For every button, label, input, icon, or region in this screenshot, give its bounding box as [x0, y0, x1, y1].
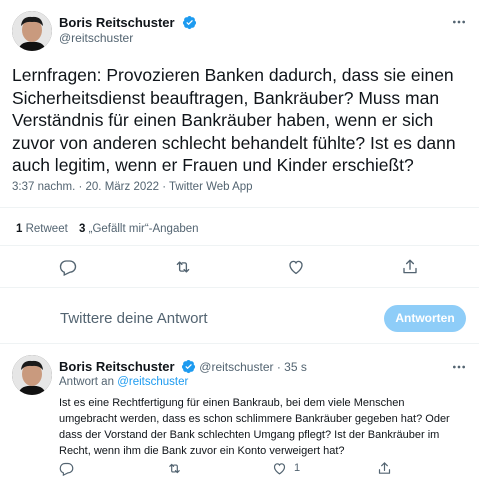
retweet-label: Retweet [25, 223, 68, 235]
more-icon [453, 20, 465, 24]
like-icon [289, 260, 303, 275]
retweet-icon [176, 261, 190, 273]
reply-to-prefix: Antwort an [59, 376, 114, 388]
reply-submit-button[interactable]: Antworten [384, 305, 466, 332]
retweet-stat[interactable]: 1 Retweet [16, 223, 68, 235]
reply-header: Boris Reitschuster @reitschuster · 35 s [59, 359, 307, 374]
reply-to-handle[interactable]: @reitschuster [117, 376, 188, 388]
reply-more-button[interactable] [451, 359, 467, 380]
share-icon [403, 259, 417, 274]
reply-time[interactable]: · 35 s [277, 360, 307, 374]
divider [0, 245, 479, 246]
like-icon [273, 463, 286, 475]
avatar-image [12, 11, 52, 51]
reply-button[interactable] [59, 258, 77, 276]
author-handle[interactable]: @reitschuster [59, 31, 133, 45]
author-name[interactable]: Boris Reitschuster [59, 15, 175, 30]
retweet-button[interactable] [174, 258, 192, 276]
reply-icon [59, 260, 77, 276]
reply-reply-button[interactable] [59, 461, 74, 476]
reply-author-avatar[interactable] [12, 355, 52, 395]
reply-author-handle[interactable]: @reitschuster [199, 360, 273, 374]
reply-author-name[interactable]: Boris Reitschuster [59, 359, 175, 374]
more-icon [453, 365, 465, 369]
reply-icon [59, 462, 74, 476]
author-avatar[interactable] [12, 11, 52, 51]
reply-retweet-button[interactable] [167, 461, 182, 476]
reply-share-button[interactable] [377, 461, 392, 476]
verified-badge-icon [182, 15, 197, 30]
share-icon [378, 462, 391, 474]
divider [0, 287, 479, 288]
tweet-timestamp[interactable]: 3:37 nachm. · 20. März 2022 · Twitter We… [12, 181, 253, 193]
avatar-image [12, 355, 52, 395]
retweet-icon [169, 463, 180, 474]
verified-badge-icon [181, 359, 195, 374]
retweet-count: 1 [16, 223, 23, 235]
reply-like-button[interactable] [272, 461, 287, 476]
reply-compose-input[interactable]: Twittere deine Antwort [60, 310, 208, 327]
reply-to-line: Antwort an @reitschuster [59, 376, 188, 388]
reply-text: Ist es eine Rechtfertigung für einen Ban… [59, 397, 450, 457]
share-button[interactable] [401, 258, 419, 276]
like-button[interactable] [287, 258, 305, 276]
like-label: „Gefällt mir“-Angaben [88, 223, 199, 235]
like-stat[interactable]: 3 „Gefällt mir“-Angaben [79, 223, 199, 235]
divider [0, 343, 479, 344]
tweet-text: Lernfragen: Provozieren Banken dadurch, … [12, 65, 456, 175]
more-button[interactable] [451, 14, 467, 35]
divider [0, 207, 479, 208]
like-count: 3 [79, 223, 86, 235]
reply-like-count: 1 [294, 462, 301, 474]
